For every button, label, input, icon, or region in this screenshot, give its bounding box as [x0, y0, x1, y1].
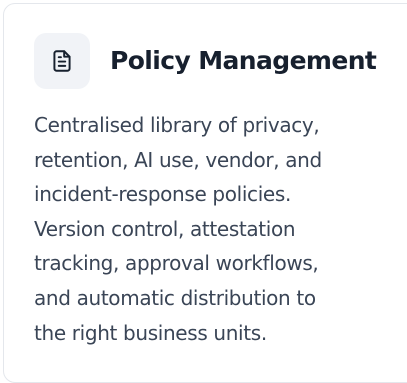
document-icon [53, 50, 71, 72]
description-line: Centralised library of privacy, [34, 113, 320, 137]
description-line: incident-response policies. [34, 182, 291, 207]
description-line: Version control, attestation [34, 216, 296, 241]
description-line: and automatic distribution to [34, 285, 316, 310]
description-line: the right business units. [34, 320, 267, 345]
card-description: Centralised library of privacy, retentio… [34, 108, 374, 350]
card-title: Policy Management [110, 46, 377, 75]
policy-management-card: Policy Management Centralised library of… [3, 3, 407, 383]
description-line: retention, AI use, vendor, and [34, 147, 322, 172]
icon-container [34, 33, 90, 89]
description-line: tracking, approval workflows, [34, 251, 319, 276]
